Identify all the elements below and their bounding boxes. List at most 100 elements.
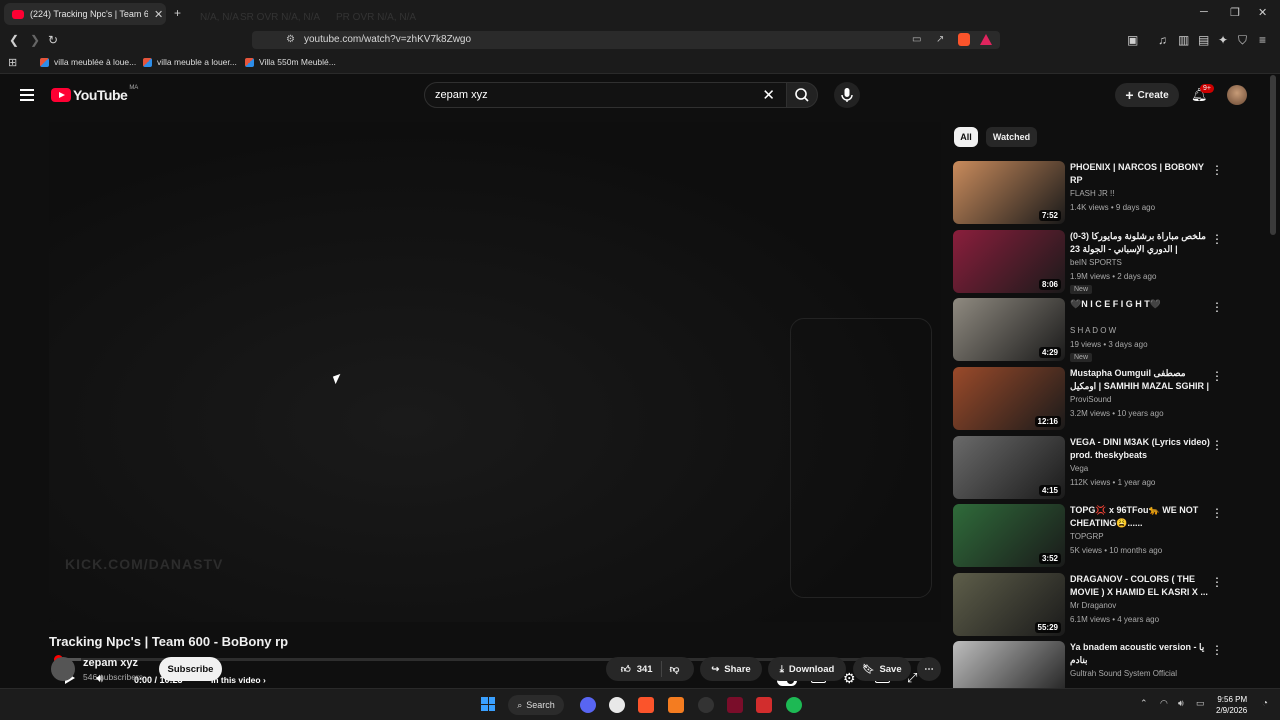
cast-icon[interactable]: ▭: [912, 34, 921, 45]
recommended-video[interactable]: 55:29 DRAGANOV - COLORS ( THE MOVIE ) X H…: [953, 573, 1253, 637]
search-input[interactable]: zepam xyz ✕: [424, 82, 790, 108]
video-thumbnail[interactable]: 4:29: [953, 298, 1065, 361]
save-button[interactable]: 🔖︎ Save: [853, 657, 911, 681]
account-avatar[interactable]: [1227, 85, 1247, 105]
video-thumbnail[interactable]: 55:29: [953, 573, 1065, 636]
new-tab-icon[interactable]: +: [174, 6, 181, 20]
brave-shield-icon[interactable]: [958, 33, 970, 46]
menu-icon[interactable]: ≡: [1259, 33, 1266, 47]
recommended-title[interactable]: DRAGANOV - COLORS ( THE MOVIE ) X HAMID …: [1070, 573, 1210, 599]
recommended-channel[interactable]: Gultrah Sound System Official: [1070, 669, 1177, 678]
video-thumbnail[interactable]: 4:15: [953, 436, 1065, 499]
recommended-title[interactable]: 🖤N I C E F I G H T🖤: [1070, 298, 1210, 311]
chip-all[interactable]: All: [954, 127, 978, 147]
recommended-video[interactable]: 8:06 ملخص مباراة برشلونة ومايوركا (3-0) |…: [953, 230, 1253, 294]
bookmark-item[interactable]: Villa 550m Meublé...: [245, 57, 336, 67]
reload-icon[interactable]: ↻: [48, 33, 58, 47]
video-thumbnail[interactable]: 8:06: [953, 230, 1065, 293]
thumbs-down-icon[interactable]: 👎︎: [670, 663, 680, 675]
app-lightning-icon[interactable]: [756, 697, 772, 713]
vpn-icon[interactable]: ⛉: [1238, 33, 1247, 48]
brave-browser-icon[interactable]: [638, 697, 654, 713]
more-options-icon[interactable]: ⋮: [1211, 232, 1223, 246]
video-thumbnail[interactable]: 3:52: [953, 504, 1065, 567]
recommended-title[interactable]: PHOENIX | NARCOS | BOBONY RP: [1070, 161, 1210, 187]
more-options-icon[interactable]: ⋮: [1211, 575, 1223, 589]
bookmark-item[interactable]: villa meuble a louer...: [143, 57, 237, 67]
close-window-icon[interactable]: ✕: [1258, 6, 1267, 19]
recommended-channel[interactable]: FLASH JR !!: [1070, 189, 1114, 198]
recommended-video[interactable]: 12:16 Mustapha Oumguil مصطفى اومكيل | SAM…: [953, 367, 1253, 431]
taskbar-clock[interactable]: 9:56 PM 2/9/2026: [1216, 694, 1247, 716]
speaker-icon[interactable]: 🔊︎: [1178, 698, 1184, 709]
recommended-title[interactable]: ملخص مباراة برشلونة ومايوركا (3-0) | الد…: [1070, 230, 1210, 256]
music-icon[interactable]: ♫: [1158, 33, 1167, 47]
apps-icon[interactable]: ⊞: [8, 56, 17, 69]
recommended-title[interactable]: Ya bnadem acoustic version - يا بنادم: [1070, 641, 1210, 667]
more-options-icon[interactable]: ⋮: [1211, 643, 1223, 657]
recommended-channel[interactable]: S H A D O W: [1070, 326, 1116, 335]
recommended-channel[interactable]: Vega: [1070, 464, 1088, 473]
wallet-icon[interactable]: ▤: [1198, 33, 1209, 47]
download-button[interactable]: ⤓ Download: [768, 657, 846, 681]
discord-icon[interactable]: [580, 697, 596, 713]
steam-icon[interactable]: [698, 697, 714, 713]
chip-watched[interactable]: Watched: [986, 127, 1037, 147]
app-a-icon[interactable]: [668, 697, 684, 713]
recommended-title[interactable]: Mustapha Oumguil مصطفى اومكيل | SAMHIH M…: [1070, 367, 1210, 395]
recommended-channel[interactable]: Mr Draganov: [1070, 601, 1116, 610]
minimize-icon[interactable]: ─: [1200, 6, 1208, 18]
channel-avatar[interactable]: [51, 657, 75, 681]
recommended-channel[interactable]: ProviSound: [1070, 395, 1111, 404]
battery-icon[interactable]: ▭: [1196, 698, 1205, 709]
recommended-title[interactable]: VEGA - DINI M3AK (Lyrics video) prod. th…: [1070, 436, 1210, 462]
recommended-channel[interactable]: beIN SPORTS: [1070, 258, 1122, 267]
spotify-icon[interactable]: [786, 697, 802, 713]
start-icon[interactable]: [481, 697, 495, 711]
more-options-icon[interactable]: ⋮: [1211, 438, 1223, 452]
recommended-video[interactable]: 4:15 VEGA - DINI M3AK (Lyrics video) prod…: [953, 436, 1253, 500]
more-options-icon[interactable]: ⋮: [1211, 300, 1223, 314]
leo-ai-icon[interactable]: ✦: [1218, 33, 1228, 47]
channel-name[interactable]: zepam xyz: [83, 657, 138, 669]
create-button[interactable]: + Create: [1115, 83, 1179, 107]
brave-rewards-icon[interactable]: [980, 34, 992, 45]
recommended-title[interactable]: TOPG💢 x 96TFou🐆 WE NOT CHEATING😩......: [1070, 504, 1210, 530]
video-thumbnail[interactable]: 12:16: [953, 367, 1065, 430]
app-m-icon[interactable]: [727, 697, 743, 713]
close-tab-icon[interactable]: ✕: [154, 8, 163, 21]
wifi-icon[interactable]: ◠: [1160, 698, 1168, 709]
guide-menu-icon[interactable]: [20, 89, 34, 104]
recommended-channel[interactable]: TOPGRP: [1070, 532, 1104, 541]
subscribe-button[interactable]: Subscribe: [159, 657, 222, 681]
share-button[interactable]: ↪ Share: [700, 657, 762, 681]
taskbar-search[interactable]: ⌕ Search: [508, 695, 564, 715]
share-page-icon[interactable]: ↗: [936, 34, 944, 45]
more-options-icon[interactable]: ⋮: [1211, 506, 1223, 520]
recommended-video[interactable]: 3:52 TOPG💢 x 96TFou🐆 WE NOT CHEATING😩....…: [953, 504, 1253, 568]
more-options-icon[interactable]: ⋮: [1211, 369, 1223, 383]
sidebar-toggle-icon[interactable]: ▥: [1178, 33, 1189, 47]
like-button[interactable]: 👍︎ 341: [621, 663, 653, 676]
back-icon[interactable]: ❮: [9, 33, 19, 47]
video-player[interactable]: KICK.COM/DANASTV: [49, 122, 941, 622]
github-icon[interactable]: [609, 697, 625, 713]
page-scrollbar[interactable]: [1270, 75, 1276, 235]
tray-chevron-icon[interactable]: ⌃: [1140, 698, 1148, 709]
recommended-video[interactable]: 4:29 🖤N I C E F I G H T🖤 S H A D O W 19 vie…: [953, 298, 1253, 362]
voice-search-button[interactable]: [834, 82, 860, 108]
video-thumbnail[interactable]: 7:52: [953, 161, 1065, 224]
more-actions-button[interactable]: ⋯: [917, 657, 941, 681]
clear-search-icon[interactable]: ✕: [762, 86, 775, 104]
maximize-icon[interactable]: ❐: [1230, 6, 1240, 19]
active-tab[interactable]: (224) Tracking Npc's | Team 600 ✕: [4, 3, 166, 25]
address-bar[interactable]: ⚙︎ youtube.com/watch?v=zhKV7k8Zwgo ▭ ↗: [252, 31, 1000, 49]
more-options-icon[interactable]: ⋮: [1211, 163, 1223, 177]
site-info-icon[interactable]: ⚙︎: [286, 34, 295, 45]
youtube-logo[interactable]: YouTube MA: [51, 85, 138, 103]
forward-icon[interactable]: ❯: [30, 33, 40, 47]
split-view-icon[interactable]: ▣: [1127, 33, 1138, 47]
recommended-video[interactable]: 7:52 PHOENIX | NARCOS | BOBONY RP FLASH JR…: [953, 161, 1253, 225]
search-button[interactable]: [786, 82, 818, 108]
notification-center-icon[interactable]: ◔: [1262, 698, 1268, 709]
